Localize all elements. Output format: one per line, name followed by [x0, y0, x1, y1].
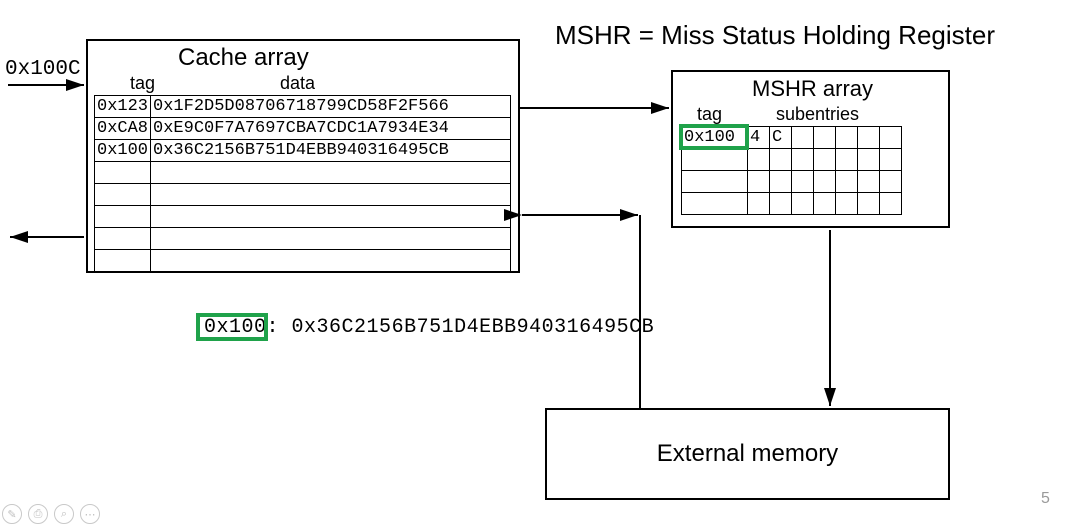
external-memory-label: External memory	[657, 440, 838, 468]
print-icon[interactable]: ⎙	[28, 504, 48, 524]
cache-tag-cell: 0x123	[95, 96, 151, 118]
search-icon[interactable]: ⌕	[54, 504, 74, 524]
cache-data-cell: 0x1F2D5D08706718799CD58F2F566	[151, 96, 511, 118]
cache-tag-cell: 0x100	[95, 140, 151, 162]
table-row	[682, 193, 902, 215]
mshr-subentries-header: subentries	[776, 104, 859, 125]
cache-data-cell: 0xE9C0F7A7697CBA7CDC1A7934E34	[151, 118, 511, 140]
table-row: 0x1000x36C2156B751D4EBB940316495CB	[95, 140, 511, 162]
highlight-mshr-tag	[679, 124, 749, 150]
more-icon[interactable]: ⋯	[80, 504, 100, 524]
highlight-memory-tag	[196, 313, 268, 341]
memory-line-data: 0x36C2156B751D4EBB940316495CB	[292, 316, 655, 339]
external-memory-box: External memory	[545, 408, 950, 500]
cache-tag-cell: 0xCA8	[95, 118, 151, 140]
table-row	[95, 250, 511, 272]
mshr-definition: MSHR = Miss Status Holding Register	[555, 20, 995, 51]
slide-number: 5	[1041, 490, 1050, 508]
table-row	[95, 184, 511, 206]
memory-line-sep: :	[267, 316, 280, 339]
table-row: 0x1230x1F2D5D08706718799CD58F2F566	[95, 96, 511, 118]
mshr-tag-header: tag	[697, 104, 722, 125]
table-row	[95, 162, 511, 184]
cache-array-title: Cache array	[178, 44, 309, 72]
table-row	[95, 206, 511, 228]
cache-data-header: data	[280, 73, 315, 94]
cache-table: 0x1230x1F2D5D08706718799CD58F2F566 0xCA8…	[94, 95, 511, 272]
cache-data-cell: 0x36C2156B751D4EBB940316495CB	[151, 140, 511, 162]
memory-line: 0x100: 0x36C2156B751D4EBB940316495CB	[204, 316, 654, 339]
table-row: 0xCA80xE9C0F7A7697CBA7CDC1A7934E34	[95, 118, 511, 140]
table-row	[682, 171, 902, 193]
table-row	[682, 149, 902, 171]
mshr-array-title: MSHR array	[752, 76, 873, 102]
diagram-stage: MSHR = Miss Status Holding Register 0x10…	[0, 0, 1080, 528]
pen-icon[interactable]: ✎	[2, 504, 22, 524]
input-address-label: 0x100C	[5, 58, 81, 81]
table-row	[95, 228, 511, 250]
cache-tag-header: tag	[130, 73, 155, 94]
presenter-toolbar: ✎ ⎙ ⌕ ⋯	[0, 504, 100, 524]
